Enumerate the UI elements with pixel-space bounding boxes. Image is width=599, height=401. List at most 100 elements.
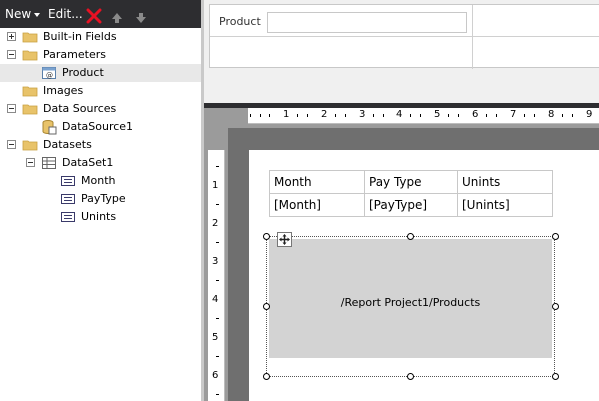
folder-icon [22,137,38,153]
table-header-cell[interactable]: Unints [457,170,553,194]
tree-node-built-in-fields[interactable]: Built-in Fields [0,28,201,46]
tree-node-label: Images [43,84,84,97]
ruler-number: 6 [212,370,219,381]
ruler-number: 8 [548,109,555,120]
parameter-icon: @ [41,65,57,81]
report-data-toolbar: New Edit... [0,0,201,28]
edit-button[interactable]: Edit... [48,0,83,28]
resize-handle[interactable] [263,233,270,240]
resize-handle[interactable] [263,373,270,380]
field-icon [60,209,76,225]
ruler-tick [562,114,563,117]
horizontal-ruler: 1 2 3 4 5 6 7 8 9 [248,108,599,124]
vertical-ruler: 1 2 3 4 5 6 [208,150,225,401]
ruler-tick [486,114,487,117]
product-parameter-field[interactable] [267,12,467,33]
ruler-tick [496,114,497,117]
ruler-tick [458,114,459,117]
ruler-tick [216,242,219,243]
table-cell[interactable]: [Month] [269,193,365,217]
move-up-icon[interactable] [110,7,124,23]
svg-text:@: @ [46,72,53,80]
ruler-number: 7 [510,109,517,120]
report-tablix[interactable]: Month Pay Type Unints [Month] [PayType] … [269,170,553,217]
collapse-minus-icon[interactable] [7,104,16,113]
tree-node-label: PayType [81,192,126,205]
collapse-minus-icon[interactable] [26,158,35,167]
ruler-tick [216,318,219,319]
expand-plus-icon[interactable] [7,32,16,41]
ruler-tick [373,114,374,117]
ruler-tick [410,114,411,117]
datasource-icon [41,119,57,135]
folder-icon [22,29,38,45]
parameters-grid: Product [209,4,599,69]
ruler-tick [345,114,346,117]
ruler-tick [534,114,535,117]
new-button[interactable]: New [5,0,31,28]
resize-handle[interactable] [552,373,559,380]
report-designer-window: New Edit... Built-in Fields Parameters @… [0,0,599,401]
tree-node-dataset1[interactable]: DataSet1 [0,154,201,172]
new-dropdown-arrow-icon[interactable] [34,0,42,28]
tree-node-product[interactable]: @ Product [0,64,201,82]
ruler-tick [572,114,573,117]
table-header-row: Month Pay Type Unints [269,170,553,194]
field-icon [60,173,76,189]
tree-node-label: Unints [81,210,117,223]
subreport[interactable]: /Report Project1/Products [263,232,559,380]
tree-node-label: Product [62,66,104,79]
tree-node-images[interactable]: Images [0,82,201,100]
resize-handle[interactable] [263,303,270,310]
report-data-panel: New Edit... Built-in Fields Parameters @… [0,0,201,401]
collapse-minus-icon[interactable] [7,140,16,149]
tree-node-field-paytype[interactable]: PayType [0,190,201,208]
ruler-tick [524,114,525,117]
tree-node-data-sources[interactable]: Data Sources [0,100,201,118]
collapse-minus-icon[interactable] [7,50,16,59]
ruler-number: 5 [212,332,219,343]
tree-node-datasets[interactable]: Datasets [0,136,201,154]
tree-node-field-unints[interactable]: Unints [0,208,201,226]
tree-node-datasource1[interactable]: DataSource1 [0,118,201,136]
resize-handle[interactable] [407,233,414,240]
dataset-icon [41,155,57,171]
ruler-tick [297,114,298,117]
resize-handle[interactable] [407,373,414,380]
ruler-tick [335,114,336,117]
table-row: [Month] [PayType] [Unints] [269,193,553,217]
tree-node-label: Datasets [43,138,92,151]
tree-node-field-month[interactable]: Month [0,172,201,190]
ruler-number: 5 [434,109,441,120]
tree-node-parameters[interactable]: Parameters [0,46,201,64]
grid-divider [210,36,599,37]
table-header-cell[interactable]: Pay Type [364,170,458,194]
tree-node-label: DataSet1 [62,156,114,169]
delete-icon[interactable] [86,6,102,24]
tree-node-label: Data Sources [43,102,117,115]
design-surface: 1 2 3 4 5 6 7 8 9 1 2 3 4 5 6 Month Pay … [204,108,599,401]
field-icon [60,191,76,207]
ruler-tick [250,114,251,117]
table-cell[interactable]: [Unints] [457,193,553,217]
move-handle-icon[interactable] [277,232,292,247]
move-down-icon[interactable] [134,7,148,23]
tree-node-label: Month [81,174,116,187]
resize-handle[interactable] [552,303,559,310]
folder-icon [22,83,38,99]
ruler-number: 6 [472,109,479,120]
tree-node-label: DataSource1 [62,120,134,133]
table-cell[interactable]: [PayType] [364,193,458,217]
ruler-tick [420,114,421,117]
table-header-cell[interactable]: Month [269,170,365,194]
ruler-tick [383,114,384,117]
ruler-tick [269,114,270,117]
grid-divider [472,5,473,69]
ruler-number: 2 [321,109,328,120]
resize-handle[interactable] [552,233,559,240]
product-parameter-label: Product [219,15,261,28]
ruler-tick [216,204,219,205]
ruler-tick [260,114,261,117]
report-body[interactable]: Month Pay Type Unints [Month] [PayType] … [249,150,599,401]
ruler-number: 1 [283,109,290,120]
